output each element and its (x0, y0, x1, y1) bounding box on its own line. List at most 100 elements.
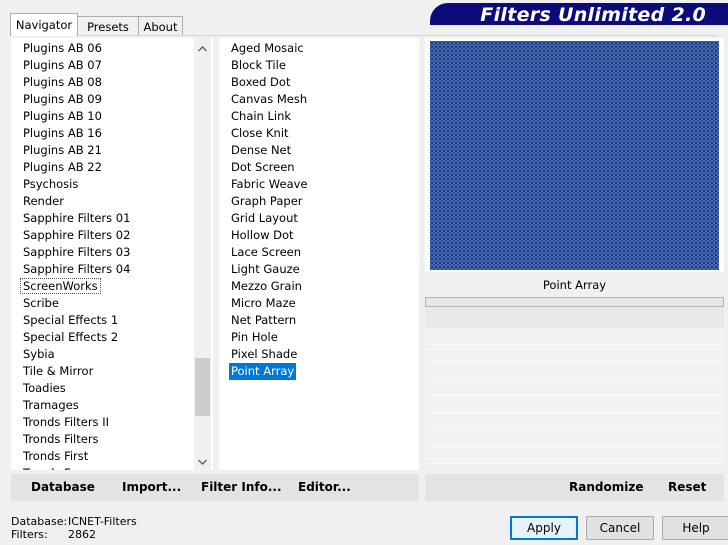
category-item-label: Plugins AB 10 (23, 109, 102, 123)
filter-item[interactable]: Grid Layout (219, 210, 419, 227)
category-item-label: Sapphire Filters 02 (23, 228, 131, 242)
category-item-label: Tronds Filters (23, 432, 99, 446)
filter-item[interactable]: Point Array (219, 363, 419, 380)
status-filters-label: Filters: (11, 528, 48, 541)
filter-item-label: Lace Screen (231, 245, 302, 259)
category-list-panel: Plugins AB 06 Plugins AB 07 Plugins AB 08 P… (11, 38, 213, 470)
chevron-down-icon[interactable] (194, 453, 211, 470)
category-item[interactable]: Render (11, 193, 196, 210)
reset-button[interactable]: Reset (668, 474, 706, 501)
category-item-label: Sapphire Filters 03 (23, 245, 131, 259)
category-item[interactable]: Plugins AB 16 (11, 125, 196, 142)
category-item-label: Tramages (23, 398, 79, 412)
filter-item-label: Micro Maze (231, 296, 296, 310)
filter-item-label: Fabric Weave (231, 177, 308, 191)
editor-button[interactable]: Editor... (298, 474, 351, 501)
tab-strip: Navigator Presets About (10, 13, 183, 36)
category-item[interactable]: Plugins AB 21 (11, 142, 196, 159)
category-item-label: Plugins AB 09 (23, 92, 102, 106)
filter-item[interactable]: Pixel Shade (219, 346, 419, 363)
category-item-label: Plugins AB 22 (23, 160, 102, 174)
filter-item[interactable]: Dot Screen (219, 159, 419, 176)
parameter-area (425, 307, 724, 328)
filter-item[interactable]: Aged Mosaic (219, 40, 419, 57)
filter-item[interactable]: Mezzo Grain (219, 278, 419, 295)
filter-item[interactable]: Pin Hole (219, 329, 419, 346)
category-item[interactable]: Tile & Mirror (11, 363, 196, 380)
category-item-label: Sapphire Filters 04 (23, 262, 131, 276)
category-item-label: Plugins AB 06 (23, 41, 102, 55)
category-item[interactable]: Tronds Filters (11, 431, 196, 448)
filter-item[interactable]: Dense Net (219, 142, 419, 159)
category-item[interactable]: Toadies (11, 380, 196, 397)
category-item[interactable]: Sapphire Filters 02 (11, 227, 196, 244)
category-item-label: Sapphire Filters 01 (23, 211, 131, 225)
status-database-value: ICNET-Filters (68, 515, 137, 528)
filter-item-label: Net Pattern (231, 313, 297, 327)
filter-item[interactable]: Light Gauze (219, 261, 419, 278)
filter-item[interactable]: Boxed Dot (219, 74, 419, 91)
category-item-label: Special Effects 2 (23, 330, 119, 344)
preview-filter-name: Point Array (542, 277, 607, 292)
filter-item[interactable]: Fabric Weave (219, 176, 419, 193)
category-item[interactable]: Tronds First (11, 448, 196, 465)
category-item[interactable]: Tronds Fun (11, 465, 196, 470)
preview-image (430, 41, 719, 270)
chevron-up-icon[interactable] (194, 40, 211, 57)
parameter-bar[interactable] (425, 297, 724, 307)
app-banner: Filters Unlimited 2.0 (430, 3, 728, 28)
category-item[interactable]: Scribe (11, 295, 196, 312)
category-item[interactable]: Plugins AB 06 (11, 40, 196, 57)
category-item[interactable]: Sapphire Filters 03 (11, 244, 196, 261)
filter-item[interactable]: Micro Maze (219, 295, 419, 312)
category-item[interactable]: Psychosis (11, 176, 196, 193)
import-button[interactable]: Import... (122, 474, 181, 501)
help-button[interactable]: Help (662, 516, 728, 540)
category-item[interactable]: Tronds Filters II (11, 414, 196, 431)
filter-item[interactable]: Block Tile (219, 57, 419, 74)
category-item[interactable]: Plugins AB 07 (11, 57, 196, 74)
tab-navigator[interactable]: Navigator (10, 13, 78, 36)
tab-presets[interactable]: Presets (77, 16, 139, 36)
category-item-label: Tile & Mirror (23, 364, 94, 378)
filter-item-label: Boxed Dot (231, 75, 291, 89)
category-item[interactable]: Sapphire Filters 04 (11, 261, 196, 278)
cancel-button[interactable]: Cancel (586, 516, 654, 540)
randomize-button[interactable]: Randomize (569, 474, 643, 501)
category-item[interactable]: Sybia (11, 346, 196, 363)
filter-item-label: Close Knit (231, 126, 289, 140)
category-item[interactable]: Special Effects 2 (11, 329, 196, 346)
banner-title: Filters Unlimited 2.0 (480, 4, 706, 26)
category-scrollbar[interactable] (194, 38, 211, 470)
category-item[interactable]: Plugins AB 09 (11, 91, 196, 108)
filter-item[interactable]: Hollow Dot (219, 227, 419, 244)
category-item[interactable]: Special Effects 1 (11, 312, 196, 329)
apply-button[interactable]: Apply (510, 516, 578, 540)
filter-item[interactable]: Canvas Mesh (219, 91, 419, 108)
filter-info-button[interactable]: Filter Info... (201, 474, 282, 501)
filter-item-label: Light Gauze (231, 262, 300, 276)
category-item[interactable]: Tramages (11, 397, 196, 414)
category-item[interactable]: Plugins AB 08 (11, 74, 196, 91)
category-item[interactable]: Plugins AB 22 (11, 159, 196, 176)
category-item[interactable]: Plugins AB 10 (11, 108, 196, 125)
database-button[interactable]: Database (31, 474, 95, 501)
category-item-label: Tronds Fun (23, 466, 85, 470)
tab-divider (10, 35, 718, 36)
category-item-label: Tronds First (23, 449, 89, 463)
status-database: Database:ICNET-Filters (11, 515, 137, 528)
filter-item[interactable]: Net Pattern (219, 312, 419, 329)
filter-item[interactable]: Chain Link (219, 108, 419, 125)
filter-item[interactable]: Lace Screen (219, 244, 419, 261)
scroll-thumb[interactable] (195, 358, 210, 416)
filter-item-label: Chain Link (231, 109, 292, 123)
filter-item-label: Pin Hole (231, 330, 278, 344)
category-item[interactable]: ScreenWorks (11, 278, 196, 295)
category-item-label: Render (23, 194, 64, 208)
filter-list-panel: Aged Mosaic Block Tile Boxed Dot Canvas Mes… (219, 38, 419, 470)
tab-about[interactable]: About (138, 16, 183, 36)
filter-item[interactable]: Graph Paper (219, 193, 419, 210)
filter-item[interactable]: Close Knit (219, 125, 419, 142)
category-item[interactable]: Sapphire Filters 01 (11, 210, 196, 227)
filter-list: Aged Mosaic Block Tile Boxed Dot Canvas Mes… (219, 40, 419, 380)
